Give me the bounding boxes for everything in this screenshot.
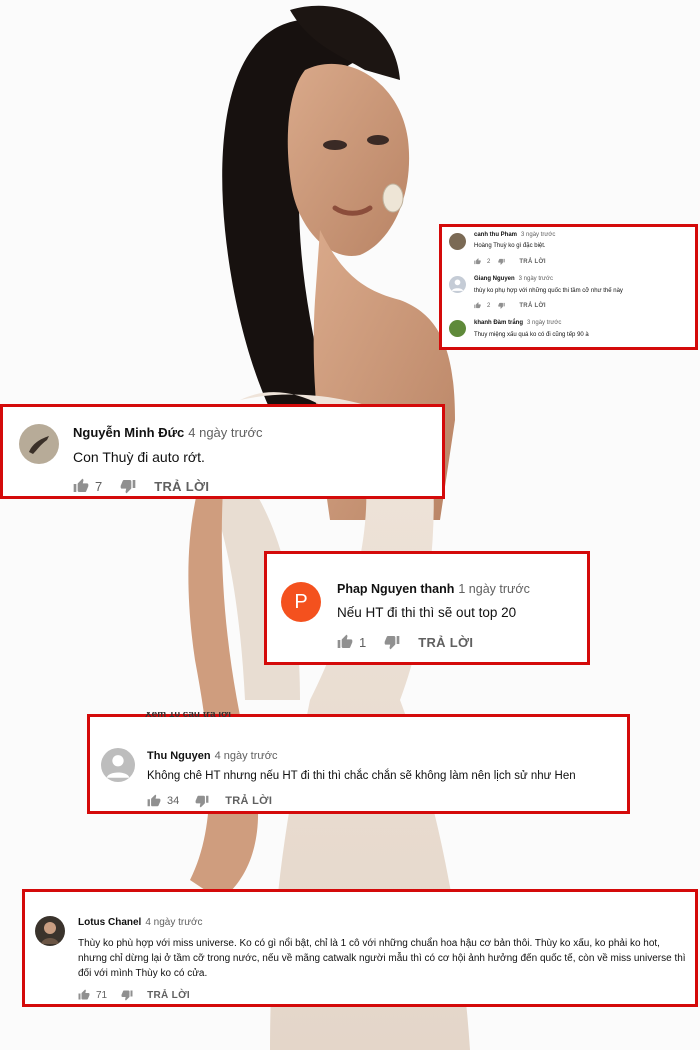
comment-text: Nếu HT đi thi thì sẽ out top 20	[337, 605, 517, 620]
reply-button[interactable]: TRẢ LỜI	[225, 795, 272, 807]
comment-time[interactable]: 4 ngày trước	[145, 917, 202, 928]
thumbs-down-icon[interactable]	[120, 478, 136, 494]
thumbs-up-icon[interactable]	[337, 634, 353, 650]
reply-button[interactable]: TRẢ LỜI	[147, 990, 190, 1001]
comment-author[interactable]: khanh Đàm trắng 3 ngày trước	[474, 320, 561, 326]
comment-actions: 1 TRẢ LỜI	[337, 634, 473, 650]
comment-actions: 7 TRẢ LỜI	[73, 478, 209, 494]
comment-card-phap: P Phap Nguyen thanh 1 ngày trước Nếu HT đ…	[264, 551, 590, 665]
comment-time[interactable]: 1 ngày trước	[458, 582, 529, 596]
comment-time[interactable]: 3 ngày trước	[527, 320, 561, 326]
avatar[interactable]	[35, 916, 65, 946]
comment-text: Thùy ko phù hợp với miss universe. Ko có…	[78, 938, 686, 979]
like-count: 71	[96, 989, 108, 1001]
thumbs-down-icon[interactable]	[384, 634, 400, 650]
comment-author[interactable]: Lotus Chanel 4 ngày trước	[78, 917, 203, 928]
thumbs-up-icon[interactable]	[474, 302, 481, 309]
author-name: khanh Đàm trắng	[474, 320, 524, 326]
author-name: Thu Nguyen	[147, 750, 211, 762]
reply-button[interactable]: TRẢ LỜI	[519, 303, 546, 309]
author-name: Lotus Chanel	[78, 917, 142, 928]
thumbs-up-icon[interactable]	[147, 794, 161, 808]
comment-text: Hoàng Thuỳ ko gì đặc biệt.	[474, 243, 546, 249]
thumbs-up-icon[interactable]	[474, 258, 481, 265]
avatar[interactable]	[449, 320, 466, 337]
author-name: Giang Nguyen	[474, 276, 515, 282]
reply-button[interactable]: TRẢ LỜI	[519, 259, 546, 265]
comment-time[interactable]: 3 ngày trước	[519, 276, 553, 282]
comment-time[interactable]: 3 ngày trước	[521, 232, 555, 238]
author-name: Phap Nguyen thanh	[337, 582, 455, 596]
like-count: 7	[95, 478, 103, 494]
like-count: 34	[167, 795, 180, 807]
comment-card-thu: Xem 10 câu trả lời Thu Nguyen 4 ngày trướ…	[87, 712, 630, 814]
comment-author[interactable]: Nguyễn Minh Đức 4 ngày trước	[73, 425, 263, 440]
comment-actions: 71 TRẢ LỜI	[78, 989, 190, 1001]
comment-text: Thuy miệng xấu quá ko có đi cũng tếp 90 …	[474, 332, 589, 338]
avatar[interactable]	[19, 424, 59, 464]
comment-text: Không chê HT nhưng nếu HT đi thi thì chắ…	[147, 770, 576, 782]
comment-card-minh-duc: Nguyễn Minh Đức 4 ngày trước Con Thuỳ đi …	[0, 404, 445, 499]
thumbs-down-icon[interactable]	[498, 302, 506, 309]
avatar[interactable]	[449, 276, 466, 293]
view-replies-partial[interactable]: Xem 10 câu trả lời	[145, 712, 231, 718]
like-count: 1	[359, 634, 367, 650]
thumbs-up-icon[interactable]	[73, 478, 89, 494]
thumbs-down-icon[interactable]	[195, 794, 209, 808]
comment-author[interactable]: Phap Nguyen thanh 1 ngày trước	[337, 582, 530, 596]
comment-author[interactable]: Giang Nguyen 3 ngày trước	[474, 276, 553, 282]
avatar[interactable]	[101, 748, 135, 782]
author-name: canh thu Pham	[474, 232, 518, 238]
comment-author[interactable]: canh thu Pham 3 ngày trước	[474, 232, 555, 238]
comment-card-lotus: Lotus Chanel 4 ngày trước Thùy ko phù hợp…	[22, 889, 698, 1007]
reply-button[interactable]: TRẢ LỜI	[154, 479, 209, 494]
thumbs-down-icon[interactable]	[121, 989, 133, 1001]
comment-text: thùy ko phụ hợp với những quốc thi tầm c…	[474, 288, 623, 294]
comment-text: Con Thuỳ đi auto rớt.	[73, 449, 205, 465]
reply-button[interactable]: TRẢ LỜI	[418, 635, 473, 650]
author-name: Nguyễn Minh Đức	[73, 425, 185, 440]
comment-card-small: canh thu Pham 3 ngày trước Hoàng Thuỳ ko …	[439, 224, 698, 350]
comment-time[interactable]: 4 ngày trước	[188, 425, 262, 440]
like-count: 2	[487, 258, 491, 265]
comment-author[interactable]: Thu Nguyen 4 ngày trước	[147, 750, 277, 762]
avatar[interactable]	[449, 233, 466, 250]
comment-actions: 2 TRẢ LỜI	[474, 302, 546, 309]
thumbs-down-icon[interactable]	[498, 258, 506, 265]
avatar[interactable]: P	[281, 582, 321, 622]
thumbs-up-icon[interactable]	[78, 989, 90, 1001]
like-count: 2	[487, 302, 491, 309]
comment-time[interactable]: 4 ngày trước	[215, 750, 278, 762]
comment-actions: 2 TRẢ LỜI	[474, 258, 546, 265]
comment-actions: 34 TRẢ LỜI	[147, 794, 272, 808]
avatar-letter: P	[294, 590, 308, 613]
